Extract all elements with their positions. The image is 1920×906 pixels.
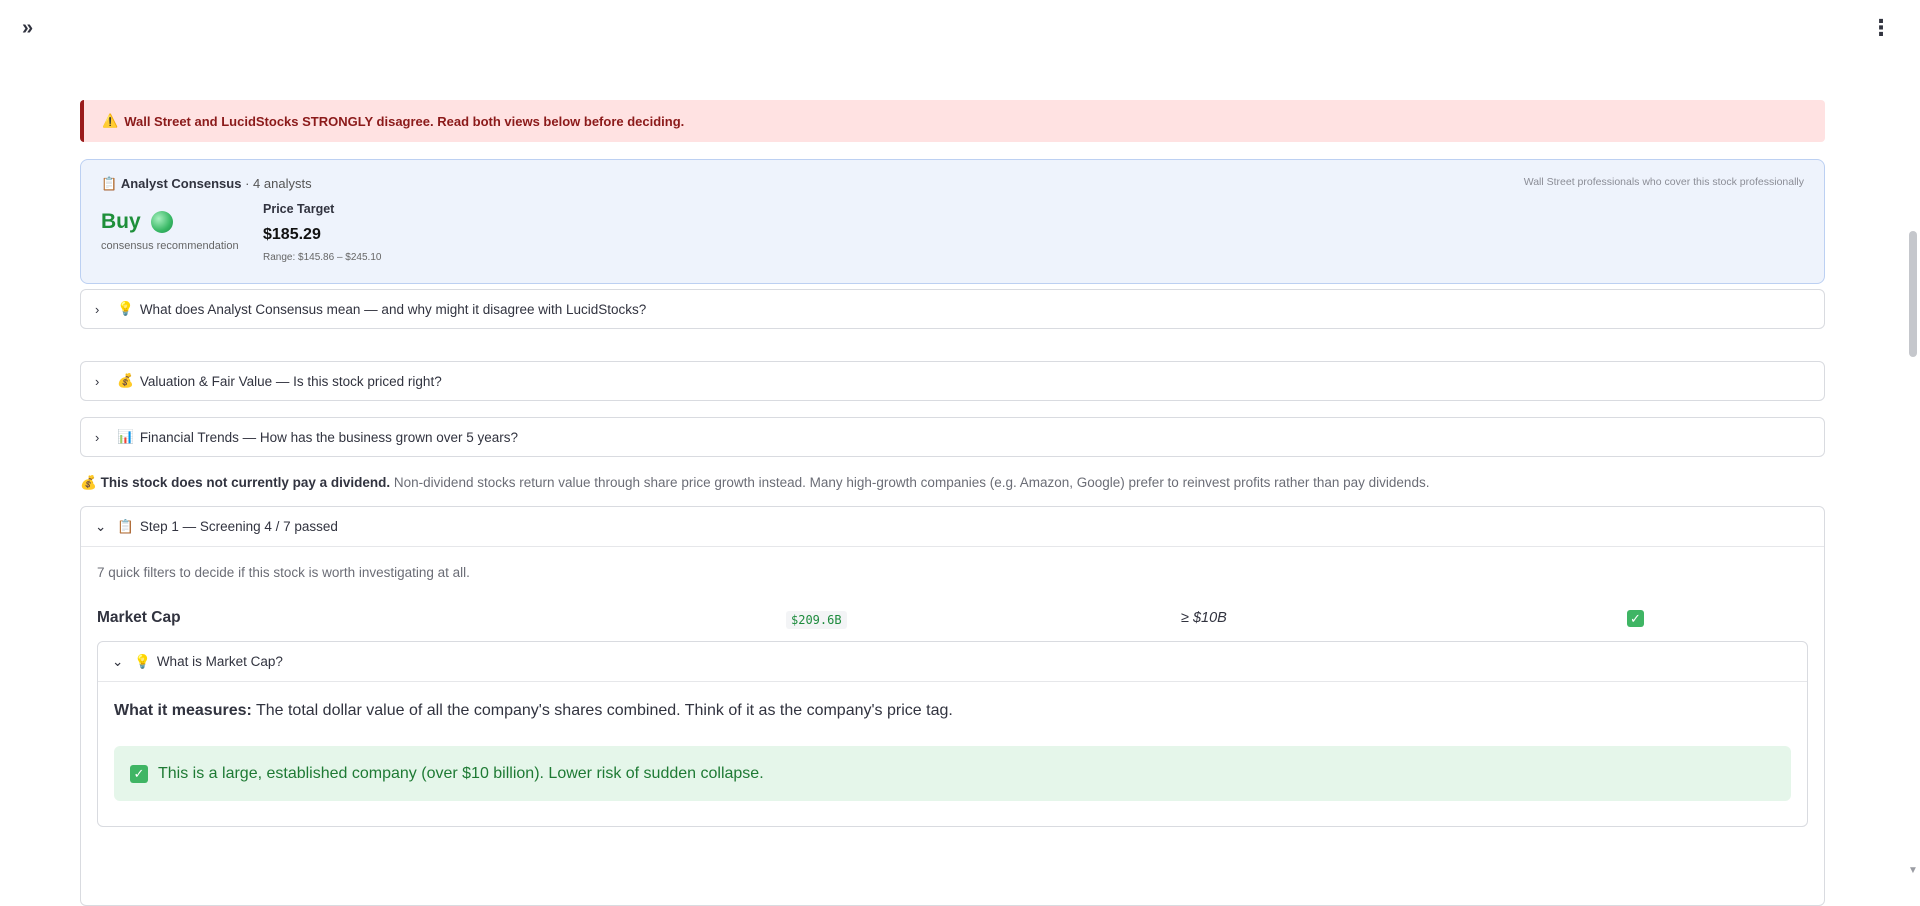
step1-label: Step 1 — Screening 4 / 7 passed	[139, 519, 338, 534]
dividend-bold-text: This stock does not currently pay a divi…	[100, 475, 391, 490]
recommendation-subtitle: consensus recommendation	[101, 240, 239, 252]
price-target-value: $185.29	[263, 226, 321, 243]
money-bag-icon: 💰	[117, 373, 134, 388]
disagreement-warning-banner: ⚠️ Wall Street and LucidStocks STRONGLY …	[80, 100, 1825, 142]
vertical-scrollbar[interactable]: ▼	[1908, 0, 1918, 878]
consensus-header: 📋 Analyst Consensus · 4 analysts	[101, 176, 312, 192]
verdict-text: This is a large, established company (ov…	[158, 764, 764, 782]
step1-description: 7 quick filters to decide if this stock …	[97, 565, 470, 580]
measures-text: What it measures: The total dollar value…	[114, 702, 1807, 720]
money-bag-icon: 💰	[80, 475, 97, 490]
step1-header[interactable]: ⌄ 📋 Step 1 — Screening 4 / 7 passed	[81, 507, 1824, 547]
consensus-title: Analyst Consensus	[120, 176, 242, 191]
more-menu-icon[interactable]: ⋮	[1870, 17, 1892, 39]
scrollbar-thumb[interactable]	[1909, 231, 1917, 357]
recommendation-label: Buy	[101, 210, 141, 233]
dividend-notice: 💰 This stock does not currently pay a di…	[80, 475, 1825, 495]
chevron-down-icon: ⌄	[112, 653, 124, 669]
chevron-right-icon: ›	[95, 301, 100, 317]
analyst-consensus-card: 📋 Analyst Consensus · 4 analysts Wall St…	[80, 159, 1825, 284]
analyst-count: · 4 analysts	[245, 176, 312, 191]
warning-icon: ⚠️	[102, 113, 119, 128]
main-content: ⚠️ Wall Street and LucidStocks STRONGLY …	[80, 100, 1825, 906]
chevron-right-icon: ›	[95, 429, 100, 445]
metric-threshold: ≥ $10B	[1181, 610, 1227, 626]
pass-check-icon: ✓	[1627, 610, 1644, 627]
consensus-note: Wall Street professionals who cover this…	[1523, 176, 1804, 188]
expander-label: Financial Trends — How has the business …	[139, 429, 518, 445]
scroll-down-arrow-icon[interactable]: ▼	[1908, 865, 1918, 876]
dividend-text: Non-dividend stocks return value through…	[390, 475, 1430, 490]
clipboard-icon: 📋	[101, 176, 118, 191]
expander-consensus-meaning[interactable]: › 💡 What does Analyst Consensus mean — a…	[80, 289, 1825, 329]
buy-status-dot-icon	[150, 211, 173, 233]
recommendation-block: Buy consensus recommendation	[101, 210, 239, 252]
step1-screening-expander: ⌄ 📋 Step 1 — Screening 4 / 7 passed 7 qu…	[80, 506, 1825, 906]
market-cap-explainer: ⌄ 💡 What is Market Cap? What it measures…	[97, 641, 1808, 827]
lightbulb-icon: 💡	[117, 301, 134, 316]
sidebar-toggle-icon[interactable]: »	[22, 18, 33, 38]
chevron-right-icon: ›	[95, 373, 100, 389]
measures-description: The total dollar value of all the compan…	[251, 702, 953, 719]
metric-row-market-cap: Market Cap $209.6B ≥ $10B ✓	[81, 601, 1824, 641]
expander-label: What does Analyst Consensus mean — and w…	[139, 301, 647, 317]
verdict-success-box: ✓ This is a large, established company (…	[114, 746, 1791, 801]
market-cap-explainer-header[interactable]: ⌄ 💡 What is Market Cap?	[98, 642, 1807, 682]
price-target-range: Range: $145.86 – $245.10	[263, 252, 382, 263]
price-target-label: Price Target	[263, 202, 335, 216]
metric-value: $209.6B	[786, 611, 847, 629]
bar-chart-icon: 📊	[117, 429, 134, 444]
lightbulb-icon: 💡	[134, 653, 151, 669]
explainer-label: What is Market Cap?	[156, 654, 283, 669]
check-icon: ✓	[130, 764, 148, 783]
price-target-block: Price Target $185.29 Range: $145.86 – $2…	[263, 202, 381, 263]
metric-name: Market Cap	[97, 609, 181, 626]
chevron-down-icon: ⌄	[95, 518, 107, 534]
measures-label: What it measures:	[114, 702, 252, 719]
clipboard-icon: 📋	[117, 518, 134, 534]
expander-valuation[interactable]: › 💰 Valuation & Fair Value — Is this sto…	[80, 361, 1825, 401]
warning-text: Wall Street and LucidStocks STRONGLY dis…	[124, 113, 685, 129]
expander-label: Valuation & Fair Value — Is this stock p…	[139, 373, 442, 389]
expander-financial-trends[interactable]: › 📊 Financial Trends — How has the busin…	[80, 417, 1825, 457]
